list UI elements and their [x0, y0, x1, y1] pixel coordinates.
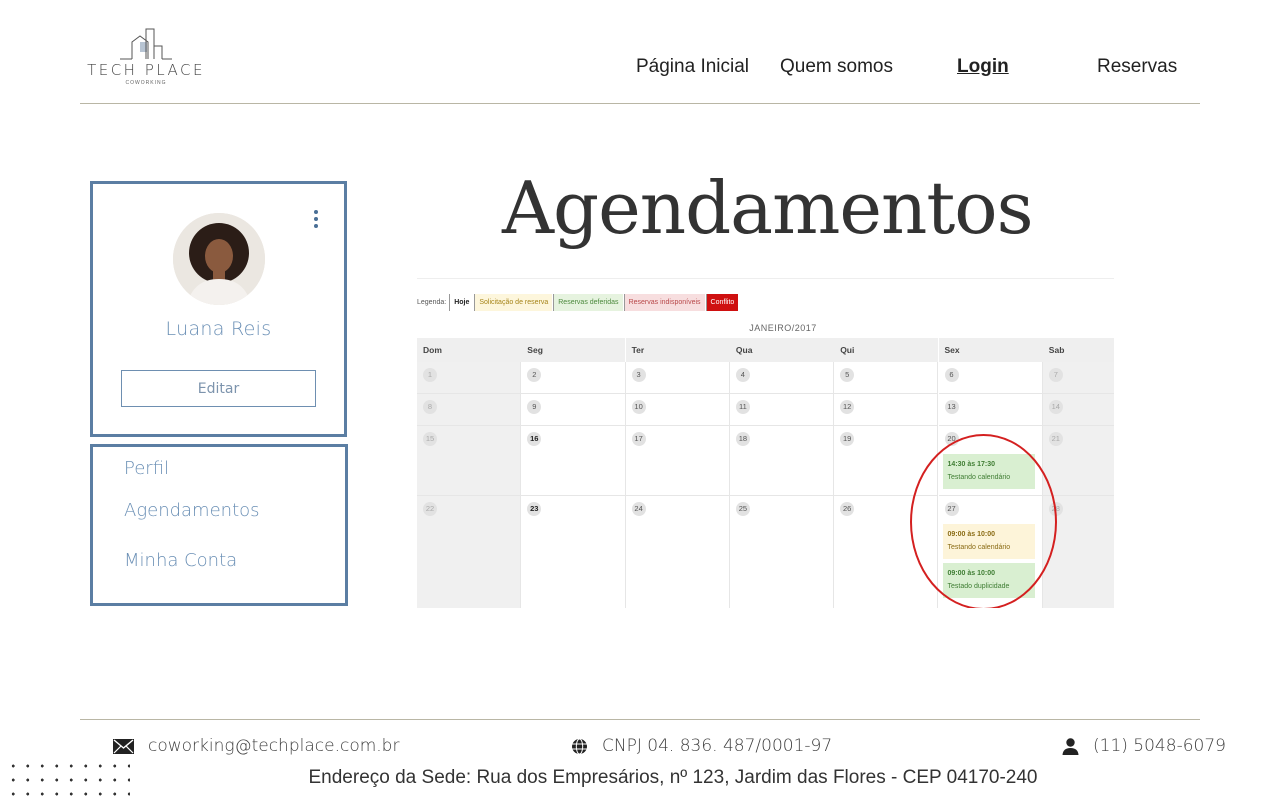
- day-number: 9: [527, 400, 542, 414]
- calendar-day-cell[interactable]: 5: [834, 362, 939, 394]
- calendar-day-cell[interactable]: 17: [625, 426, 730, 496]
- day-number: 15: [423, 432, 437, 446]
- footer-email-text: coworking@techplace.com.br: [148, 736, 400, 756]
- day-number: 14: [1048, 400, 1063, 414]
- globe-icon: [572, 738, 587, 754]
- legend-approved: Reservas deferidas: [553, 294, 623, 311]
- weekday-header: Sex: [938, 338, 1044, 362]
- calendar-day-cell[interactable]: 21: [1042, 426, 1114, 496]
- brand-name: TECH PLACE: [87, 61, 205, 79]
- edit-profile-button[interactable]: Editar: [121, 370, 316, 407]
- calendar-day-cell[interactable]: 14: [1042, 394, 1114, 426]
- highlight-circle: [910, 434, 1057, 608]
- mail-icon: [113, 738, 134, 754]
- footer-phone[interactable]: (11) 5048-6079: [1062, 736, 1226, 756]
- day-number: 26: [840, 502, 855, 516]
- footer-cnpj: CNPJ 04. 836. 487/0001-97: [571, 736, 832, 756]
- more-options-icon[interactable]: [312, 210, 320, 232]
- day-number: 23: [527, 502, 542, 516]
- day-number: 10: [631, 400, 646, 414]
- brand-subtitle: COWORKING: [125, 80, 167, 86]
- footer-divider: [80, 719, 1200, 720]
- calendar-day-cell[interactable]: 3: [625, 362, 730, 394]
- footer-phone-text: (11) 5048-6079: [1093, 736, 1226, 756]
- calendar-day-cell[interactable]: 11: [729, 394, 835, 426]
- calendar-divider: [417, 278, 1114, 279]
- menu-item-account[interactable]: Minha Conta: [124, 550, 237, 571]
- day-number: 7: [1048, 368, 1063, 382]
- day-number: 5: [840, 368, 855, 382]
- day-number: 13: [944, 400, 959, 414]
- profile-name: Luana Reis: [165, 318, 272, 340]
- building-icon: [120, 28, 172, 60]
- calendar-day-cell[interactable]: 23: [521, 496, 626, 608]
- legend-label: Legenda:: [417, 299, 447, 306]
- calendar-day-cell[interactable]: 24: [625, 496, 730, 608]
- nav-home[interactable]: Página Inicial: [636, 56, 749, 78]
- weekday-header: Qui: [834, 338, 940, 362]
- decorative-dots: [6, 759, 130, 799]
- day-number: 3: [631, 368, 646, 382]
- day-number: 25: [735, 502, 750, 516]
- user-icon: [1062, 737, 1079, 755]
- day-number: 4: [735, 368, 750, 382]
- legend-conflict: Conflito: [705, 294, 739, 311]
- day-number: 12: [840, 400, 855, 414]
- day-number: 16: [527, 432, 542, 446]
- day-number: 1: [423, 368, 437, 382]
- day-number: 18: [735, 432, 750, 446]
- calendar-day-cell[interactable]: 25: [729, 496, 835, 608]
- calendar-day-cell[interactable]: 22: [417, 496, 522, 608]
- calendar-day-cell[interactable]: 4: [729, 362, 835, 394]
- logo[interactable]: TECH PLACE COWORKING: [84, 28, 208, 88]
- day-number: 2: [527, 368, 542, 382]
- calendar-day-cell[interactable]: 7: [1042, 362, 1114, 394]
- day-number: 19: [840, 432, 855, 446]
- weekday-header: Dom: [417, 338, 522, 362]
- footer-address: Endereço da Sede: Rua dos Empresários, n…: [308, 767, 1038, 788]
- weekday-header: Qua: [729, 338, 835, 362]
- legend-request: Solicitação de reserva: [474, 294, 553, 311]
- page-title: Agendamentos: [502, 166, 1034, 250]
- calendar-day-cell[interactable]: 16: [521, 426, 626, 496]
- calendar-day-cell[interactable]: 12: [834, 394, 939, 426]
- legend-unavailable: Reservas indisponíveis: [623, 294, 705, 311]
- profile-card: Luana Reis Editar: [90, 181, 347, 437]
- calendar-day-cell[interactable]: 9: [521, 394, 626, 426]
- calendar-day-cell[interactable]: 2: [521, 362, 626, 394]
- calendar-day-cell[interactable]: 10: [625, 394, 730, 426]
- calendar-day-cell[interactable]: 18: [729, 426, 835, 496]
- profile-menu: Perfil Agendamentos Minha Conta: [90, 444, 348, 606]
- day-number: 24: [631, 502, 646, 516]
- menu-item-appointments[interactable]: Agendamentos: [124, 500, 260, 521]
- calendar-month: JANEIRO/2017: [749, 323, 817, 333]
- calendar-legend: Legenda: Hoje Solicitação de reserva Res…: [417, 294, 739, 311]
- footer-email[interactable]: coworking@techplace.com.br: [113, 736, 399, 756]
- weekday-header: Seg: [521, 338, 627, 362]
- calendar-day-cell[interactable]: 15: [417, 426, 522, 496]
- header-divider: [80, 103, 1200, 104]
- day-number: 21: [1048, 432, 1063, 446]
- nav-login[interactable]: Login: [957, 56, 1009, 78]
- calendar-day-cell[interactable]: 6: [938, 362, 1043, 394]
- nav-about[interactable]: Quem somos: [780, 56, 893, 78]
- weekday-header: Ter: [625, 338, 731, 362]
- day-number: 17: [631, 432, 646, 446]
- calendar-day-cell[interactable]: 13: [938, 394, 1043, 426]
- day-number: 8: [423, 400, 437, 414]
- calendar-day-cell[interactable]: 8: [417, 394, 522, 426]
- day-number: 6: [944, 368, 959, 382]
- calendar: Legenda: Hoje Solicitação de reserva Res…: [417, 278, 1114, 608]
- menu-item-profile[interactable]: Perfil: [124, 458, 169, 479]
- legend-today: Hoje: [449, 294, 474, 311]
- day-number: 11: [735, 400, 750, 414]
- weekday-header: Sab: [1042, 338, 1114, 362]
- nav-reservations[interactable]: Reservas: [1097, 56, 1177, 78]
- footer-cnpj-text: CNPJ 04. 836. 487/0001-97: [602, 736, 833, 756]
- day-number: 22: [423, 502, 437, 516]
- avatar: [173, 213, 265, 305]
- calendar-day-cell[interactable]: 1: [417, 362, 522, 394]
